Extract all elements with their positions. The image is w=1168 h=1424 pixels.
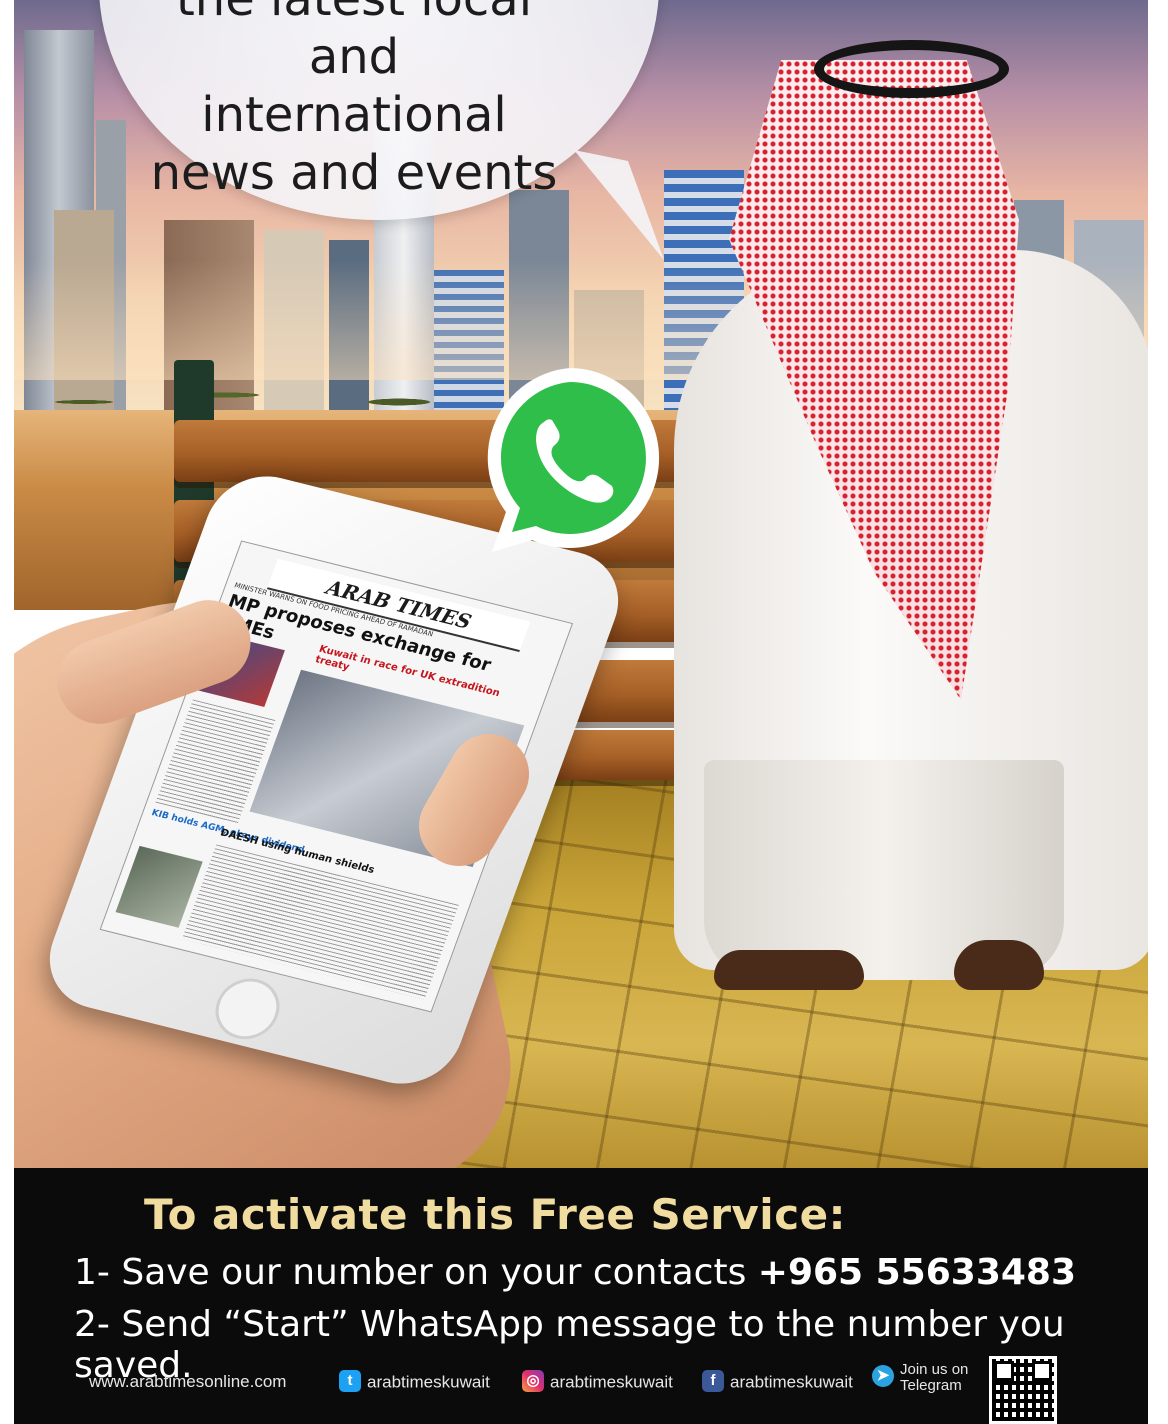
- footer: www.arabtimesonline.com t arabtimeskuwait…: [14, 1356, 1148, 1424]
- speech-bubble-text: the latest local and international news …: [134, 0, 574, 202]
- advertisement: the latest local and international news …: [14, 0, 1148, 1424]
- man-agal: [814, 40, 1009, 98]
- facebook-handle: arabtimeskuwait: [730, 1372, 853, 1392]
- whatsapp-icon: [472, 360, 668, 556]
- telegram-label: Join us on Telegram: [900, 1362, 968, 1394]
- bubble-line-1: the latest local and: [176, 0, 532, 85]
- bubble-line-3: news and events: [150, 145, 558, 201]
- facebook-icon: f: [702, 1370, 724, 1392]
- sandal: [714, 950, 864, 990]
- sandal: [954, 940, 1044, 990]
- newspaper-column: [181, 844, 459, 1000]
- telegram-icon: ➤: [872, 1365, 894, 1387]
- activation-panel: To activate this Free Service: 1- Save o…: [14, 1168, 1148, 1424]
- bubble-line-2: international: [201, 87, 507, 143]
- facebook-link[interactable]: f arabtimeskuwait: [702, 1370, 853, 1394]
- phone-home-button: [206, 972, 289, 1046]
- instagram-icon: ◎: [522, 1370, 544, 1392]
- instagram-handle: arabtimeskuwait: [550, 1372, 673, 1392]
- step-1-text: 1- Save our number on your contacts: [74, 1252, 758, 1293]
- telegram-link[interactable]: ➤ Join us on Telegram: [872, 1362, 968, 1394]
- twitter-icon: t: [339, 1370, 361, 1392]
- twitter-link[interactable]: t arabtimeskuwait: [339, 1370, 490, 1394]
- step-1: 1- Save our number on your contacts +965…: [74, 1252, 1076, 1293]
- whatsapp-number[interactable]: +965 55633483: [758, 1252, 1076, 1293]
- twitter-handle: arabtimeskuwait: [367, 1372, 490, 1392]
- telegram-line-1: Join us on: [900, 1361, 969, 1378]
- website-link[interactable]: www.arabtimesonline.com: [89, 1372, 286, 1392]
- instagram-link[interactable]: ◎ arabtimeskuwait: [522, 1370, 673, 1394]
- telegram-line-2: Telegram: [900, 1377, 962, 1394]
- illustration-scene: the latest local and international news …: [14, 0, 1148, 1168]
- cta-title: To activate this Free Service:: [144, 1190, 846, 1239]
- qr-code-icon[interactable]: [989, 1356, 1057, 1424]
